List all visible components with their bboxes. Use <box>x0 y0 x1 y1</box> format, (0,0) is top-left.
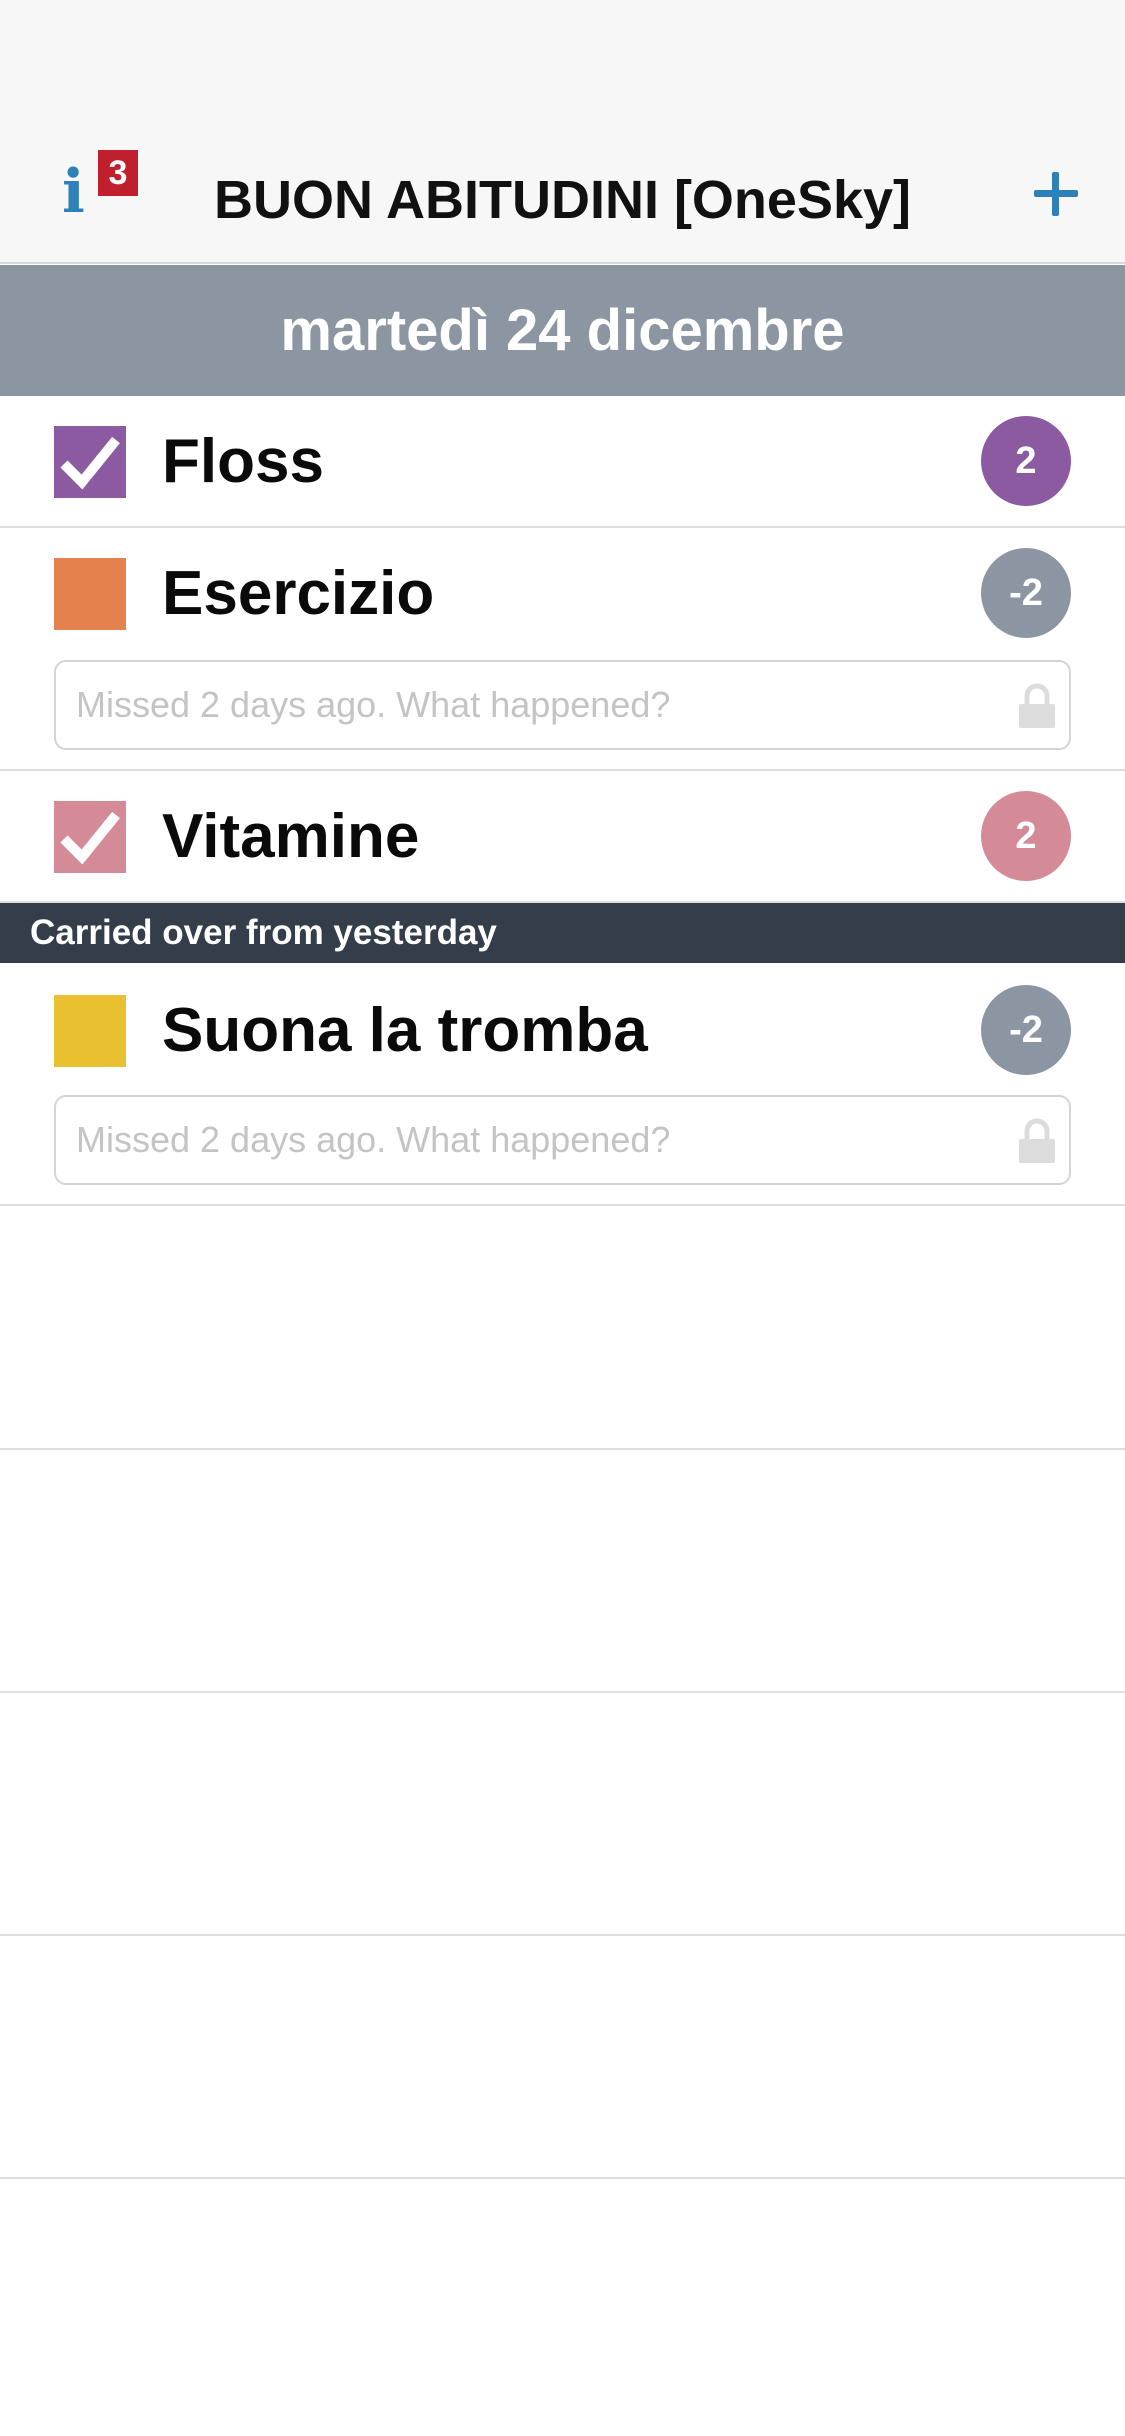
note-placeholder: Missed 2 days ago. What happened? <box>76 684 671 725</box>
missed-note-input[interactable]: Missed 2 days ago. What happened? <box>54 1095 1071 1185</box>
habit-checkbox[interactable] <box>54 558 126 630</box>
habit-checkbox[interactable] <box>54 995 126 1067</box>
habit-row-vitamine[interactable]: Vitamine 2 <box>0 771 1125 903</box>
habit-row-floss[interactable]: Floss 2 <box>0 396 1125 528</box>
date-header[interactable]: martedì 24 dicembre <box>0 265 1125 396</box>
habit-score-badge: 2 <box>981 416 1071 506</box>
section-header-carried-over: Carried over from yesterday <box>0 903 1125 963</box>
empty-row-divider <box>0 1691 1125 1693</box>
habit-score-badge: -2 <box>981 985 1071 1075</box>
missed-note-input[interactable]: Missed 2 days ago. What happened? <box>54 660 1071 750</box>
habit-score-badge: -2 <box>981 548 1071 638</box>
habit-row-suona-la-tromba[interactable]: Suona la tromba -2 Missed 2 days ago. Wh… <box>0 963 1125 1206</box>
empty-row-divider <box>0 2177 1125 2179</box>
habit-checkbox[interactable] <box>54 801 126 873</box>
empty-row-divider <box>0 1934 1125 1936</box>
empty-row-divider <box>0 1448 1125 1450</box>
info-icon: i <box>62 157 85 227</box>
lock-icon <box>1019 683 1055 728</box>
nav-header: i 3 BUON ABITUDINI [OneSky] <box>0 0 1125 264</box>
habit-name: Floss <box>162 427 324 496</box>
note-placeholder: Missed 2 days ago. What happened? <box>76 1119 671 1160</box>
habit-row-esercizio[interactable]: Esercizio -2 Missed 2 days ago. What hap… <box>0 528 1125 771</box>
info-button[interactable]: i 3 <box>58 150 148 230</box>
notification-badge: 3 <box>98 150 138 196</box>
checkmark-icon <box>54 426 126 498</box>
habit-name: Esercizio <box>162 559 435 628</box>
habit-name: Vitamine <box>162 802 420 871</box>
add-habit-button[interactable] <box>1030 168 1082 220</box>
page-title: BUON ABITUDINI [OneSky] <box>213 170 912 230</box>
habit-checkbox[interactable] <box>54 426 126 498</box>
habit-name: Suona la tromba <box>162 996 648 1065</box>
checkmark-icon <box>54 801 126 873</box>
lock-icon <box>1019 1118 1055 1163</box>
habit-score-badge: 2 <box>981 791 1071 881</box>
